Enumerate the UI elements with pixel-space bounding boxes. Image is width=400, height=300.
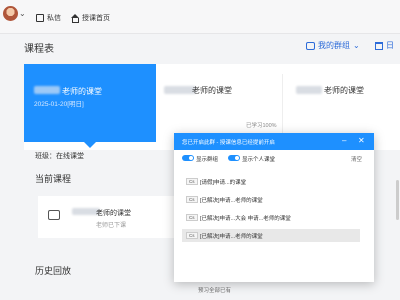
group-info-dialog: 您已开启此群 - 授课信息已经提前开启 – ✕ 显示群组 显示个人课堂 清空 C… — [174, 133, 374, 282]
course-card-title: 老师的课堂 — [62, 87, 102, 96]
class-label: 班级：在线课堂 — [35, 153, 84, 160]
row-text: [请假]申请...的课堂 — [200, 180, 247, 186]
row-tag: Cs — [186, 232, 198, 239]
list-item[interactable]: Cs [请假]申请...的课堂 — [182, 175, 360, 188]
course-card-title[interactable]: 老师的课堂 — [192, 85, 232, 96]
list-item[interactable]: Cs [已解决]申请...老师的课堂 — [182, 193, 360, 206]
redacted-name — [296, 86, 322, 94]
current-course-title: 老师的课堂 — [96, 210, 131, 217]
close-icon[interactable]: ✕ — [358, 136, 365, 145]
row-tag: Cs — [186, 178, 198, 185]
my-groups-label: 我的群组 — [318, 41, 350, 50]
course-card-date: 2025-01-20[明日] — [34, 101, 84, 108]
redacted-name — [34, 86, 60, 94]
calendar-label: 日 — [386, 41, 394, 50]
current-course-status: 老师已下课 — [96, 223, 127, 229]
home-icon — [70, 13, 79, 23]
list-item[interactable]: Cs [已解决]申请...大会 申请...老师的课堂 — [182, 211, 360, 224]
course-progress: 已学习100% — [246, 123, 277, 129]
bottom-link[interactable]: 预习全部已有 — [198, 286, 231, 294]
history-heading: 历史回放 — [35, 266, 72, 276]
current-course-card[interactable]: 老师的课堂 老师已下课 — [38, 196, 188, 238]
row-text: [已解决]申请...老师的课堂 — [200, 234, 263, 240]
group-icon — [306, 41, 315, 50]
messages-label: 私信 — [47, 15, 61, 22]
row-tag: Cs — [186, 214, 198, 221]
calendar-icon — [375, 41, 383, 50]
chevron-down-icon: ⌄ — [353, 41, 360, 50]
current-course-heading: 当前课程 — [35, 174, 72, 184]
row-text: [已解决]申请...大会 申请...老师的课堂 — [200, 216, 291, 222]
page-title: 课程表 — [24, 44, 54, 55]
avatar[interactable] — [3, 6, 18, 21]
show-personal-toggle[interactable] — [228, 155, 240, 161]
messages-button[interactable]: 私信 — [36, 13, 61, 23]
row-tag: Cs — [186, 196, 198, 203]
show-groups-toggle[interactable] — [182, 155, 194, 161]
minimize-icon[interactable]: – — [342, 136, 346, 145]
my-groups-button[interactable]: 我的群组 ⌄ — [306, 40, 360, 51]
show-groups-label: 显示群组 — [196, 157, 219, 163]
scrollbar[interactable] — [396, 180, 399, 220]
dialog-title: 您已开启此群 - 授课信息已经提前开启 — [182, 140, 275, 146]
course-card-title[interactable]: 老师的课堂 — [324, 85, 364, 96]
clear-button[interactable]: 清空 — [351, 155, 362, 163]
course-card-active[interactable]: 老师的课堂 2025-01-20[明日] — [24, 64, 156, 148]
list-item-selected[interactable]: Cs [已解决]申请...老师的课堂 — [182, 229, 360, 242]
home-label: 授课首页 — [82, 15, 110, 22]
teaching-home-button[interactable]: 授课首页 — [70, 13, 110, 23]
chevron-down-icon[interactable]: ⌄ — [19, 9, 26, 18]
show-personal-label: 显示个人课堂 — [242, 157, 276, 163]
row-text: [已解决]申请...老师的课堂 — [200, 198, 263, 204]
video-icon — [48, 210, 60, 220]
top-bar: ⌄ 私信 授课首页 — [0, 0, 400, 34]
message-icon — [36, 14, 44, 22]
calendar-button[interactable]: 日 — [375, 40, 394, 51]
divider — [282, 74, 283, 136]
